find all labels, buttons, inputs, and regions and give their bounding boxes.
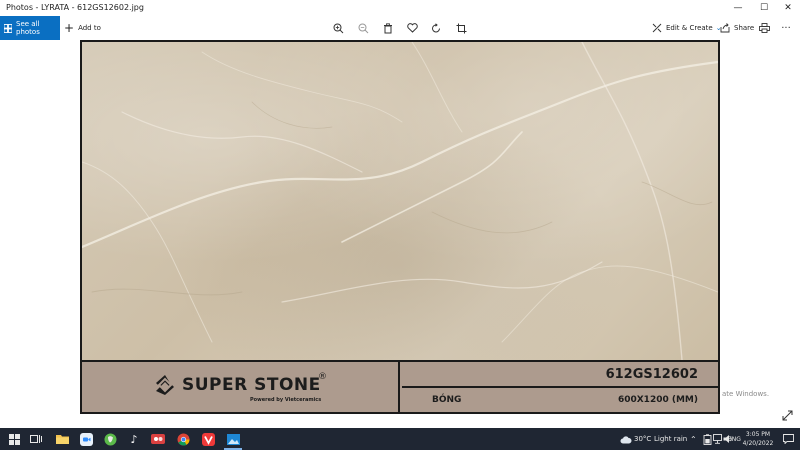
zoom-app-icon[interactable] (78, 431, 94, 447)
print-icon[interactable] (756, 20, 772, 36)
registered-mark: ® (318, 372, 327, 382)
media-app-icon[interactable] (150, 431, 166, 447)
weather-cloud-icon[interactable] (618, 431, 634, 447)
vivaldi-app-icon[interactable] (200, 431, 216, 447)
product-code: 612GS12602 (605, 367, 698, 382)
input-language[interactable]: ENG (728, 428, 741, 450)
weather-condition[interactable]: Light rain (654, 428, 687, 450)
file-explorer-icon[interactable] (54, 431, 70, 447)
plus-icon: + (64, 21, 75, 35)
zoom-out-icon[interactable] (355, 20, 371, 36)
add-to-button[interactable]: + Add to (64, 16, 101, 40)
more-options-icon[interactable]: ··· (778, 20, 794, 36)
taskbar: ♪ 30°C Light rain ⌃ ENG 3:05 PM 4/20/202… (0, 428, 800, 450)
task-view-icon[interactable] (28, 431, 44, 447)
edit-create-icon (652, 23, 662, 33)
chevron-up-icon[interactable]: ⌃ (690, 428, 697, 450)
brand-tagline: Powered by Vietceramics (250, 397, 322, 403)
super-stone-logo-icon (156, 375, 174, 395)
crop-icon[interactable] (453, 20, 469, 36)
activate-windows-watermark: ate Windows. (722, 390, 770, 398)
zoom-in-icon[interactable] (330, 20, 346, 36)
favorite-icon[interactable] (404, 20, 420, 36)
title-bar: Photos - LYRATA - 612GS12602.jpg — ☐ ✕ (0, 0, 800, 16)
window-title: Photos - LYRATA - 612GS12602.jpg (6, 3, 144, 12)
notifications-icon[interactable] (780, 431, 796, 447)
weather-temperature[interactable]: 30°C (634, 428, 651, 450)
photos-app-icon[interactable] (225, 431, 241, 447)
share-button[interactable]: Share (720, 16, 754, 40)
tiktok-app-icon[interactable]: ♪ (126, 431, 142, 447)
size-label: 600X1200 (MM) (617, 395, 698, 405)
share-label: Share (734, 24, 755, 32)
product-label: SUPER STONE ® Powered by Vietceramics 61… (82, 360, 718, 412)
close-button[interactable]: ✕ (776, 0, 800, 16)
delete-icon[interactable] (380, 20, 396, 36)
photo-viewer[interactable]: SUPER STONE ® Powered by Vietceramics 61… (80, 40, 720, 414)
gallery-icon (4, 23, 12, 33)
evernote-app-icon[interactable] (102, 431, 118, 447)
see-all-photos-button[interactable]: See all photos (0, 16, 60, 40)
brand-logo-area: SUPER STONE ® Powered by Vietceramics (82, 362, 400, 412)
brand-name: SUPER STONE (182, 375, 321, 395)
see-all-photos-label: See all photos (16, 20, 40, 36)
windows-start-icon[interactable] (6, 431, 22, 447)
finish-label: BÓNG (432, 395, 462, 405)
share-icon (720, 23, 730, 33)
marble-texture-image (82, 42, 718, 360)
product-code-cell: 612GS12602 (402, 362, 718, 388)
maximize-button[interactable]: ☐ (752, 0, 776, 16)
edit-create-button[interactable]: Edit & Create ⌄ (652, 16, 722, 40)
expand-icon[interactable] (782, 410, 793, 421)
system-clock[interactable]: 3:05 PM 4/20/2022 (740, 430, 776, 448)
chrome-icon[interactable] (175, 431, 191, 447)
toolbar: See all photos + Add to Edit & Create ⌄ … (0, 16, 800, 40)
clock-date: 4/20/2022 (742, 440, 774, 447)
add-to-label: Add to (78, 24, 101, 32)
edit-create-label: Edit & Create (666, 24, 713, 32)
clock-time: 3:05 PM (745, 431, 771, 438)
rotate-icon[interactable] (428, 20, 444, 36)
minimize-button[interactable]: — (726, 0, 750, 16)
